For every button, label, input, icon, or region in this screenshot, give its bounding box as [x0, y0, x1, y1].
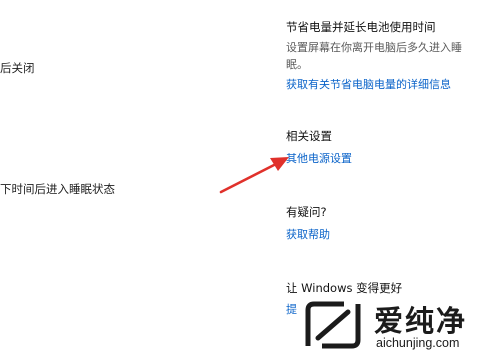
- make-windows-better-heading: 让 Windows 变得更好: [286, 281, 403, 295]
- power-saving-info-link[interactable]: 获取有关节省电脑电量的详细信息: [286, 76, 451, 92]
- related-settings-heading: 相关设置: [286, 129, 332, 143]
- left-setting-text-screen: 后关闭: [0, 61, 35, 75]
- other-power-settings-link[interactable]: 其他电源设置: [286, 150, 352, 166]
- watermark-logo-icon: [305, 301, 361, 349]
- power-saving-description: 设置屏幕在你离开电脑后多久进入睡眠。: [286, 41, 462, 71]
- watermark-brand: 爱纯净: [374, 304, 468, 338]
- arrow-shaft: [219, 162, 278, 194]
- arrow-head: [270, 157, 289, 171]
- watermark: 爱纯净 aichunjing.com: [300, 296, 500, 355]
- red-arrow-annotation-icon: [219, 157, 289, 194]
- get-help-link[interactable]: 获取帮助: [286, 226, 330, 242]
- watermark-domain: aichunjing.com: [376, 336, 460, 350]
- left-setting-text-sleep: 下时间后进入睡眠状态: [0, 182, 115, 196]
- power-saving-heading: 节省电量并延长电池使用时间: [286, 20, 436, 34]
- feedback-link[interactable]: 提: [286, 301, 297, 317]
- questions-heading: 有疑问?: [286, 205, 327, 219]
